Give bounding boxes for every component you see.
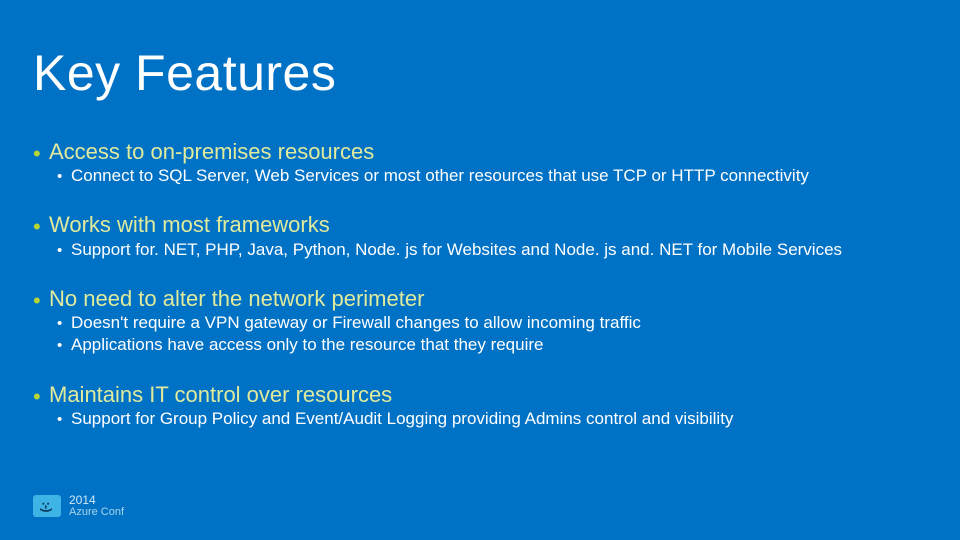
- list-item: • No need to alter the network perimeter: [33, 287, 933, 311]
- subbullet-text: Support for Group Policy and Event/Audit…: [71, 408, 733, 429]
- list-subitem: • Applications have access only to the r…: [57, 334, 933, 355]
- list-item: • Access to on-premises resources: [33, 140, 933, 164]
- bullet-icon: •: [33, 386, 49, 408]
- subbullet-text: Applications have access only to the res…: [71, 334, 544, 355]
- slide: Key Features • Access to on-premises res…: [0, 0, 960, 540]
- content-area: • Access to on-premises resources • Conn…: [33, 140, 933, 429]
- list-subitem: • Support for. NET, PHP, Java, Python, N…: [57, 239, 933, 260]
- footer-text: 2014 Azure Conf: [69, 494, 124, 518]
- footer-logo: :-) 2014 Azure Conf: [33, 494, 124, 518]
- bullet-text: No need to alter the network perimeter: [49, 287, 424, 311]
- list-subitem: • Doesn't require a VPN gateway or Firew…: [57, 312, 933, 333]
- bullet-group: • Access to on-premises resources • Conn…: [33, 140, 933, 186]
- footer-brand: Azure Conf: [69, 507, 124, 518]
- bullet-icon: •: [57, 337, 71, 354]
- list-subitem: • Support for Group Policy and Event/Aud…: [57, 408, 933, 429]
- bullet-icon: •: [57, 168, 71, 185]
- subbullet-text: Support for. NET, PHP, Java, Python, Nod…: [71, 239, 842, 260]
- bullet-icon: •: [57, 242, 71, 259]
- bullet-text: Works with most frameworks: [49, 213, 330, 237]
- bullet-icon: •: [33, 143, 49, 165]
- bullet-group: • Works with most frameworks • Support f…: [33, 213, 933, 259]
- bullet-text: Maintains IT control over resources: [49, 383, 392, 407]
- bullet-icon: •: [33, 216, 49, 238]
- bullet-group: • No need to alter the network perimeter…: [33, 287, 933, 356]
- list-item: • Works with most frameworks: [33, 213, 933, 237]
- footer-year: 2014: [69, 494, 124, 506]
- smiley-face: :-): [40, 501, 55, 511]
- bullet-icon: •: [57, 315, 71, 332]
- list-item: • Maintains IT control over resources: [33, 383, 933, 407]
- slide-title: Key Features: [33, 44, 336, 102]
- smiley-icon: :-): [33, 495, 61, 517]
- bullet-icon: •: [33, 290, 49, 312]
- subbullet-text: Connect to SQL Server, Web Services or m…: [71, 165, 809, 186]
- bullet-group: • Maintains IT control over resources • …: [33, 383, 933, 429]
- subbullet-text: Doesn't require a VPN gateway or Firewal…: [71, 312, 641, 333]
- bullet-icon: •: [57, 411, 71, 428]
- bullet-text: Access to on-premises resources: [49, 140, 374, 164]
- list-subitem: • Connect to SQL Server, Web Services or…: [57, 165, 933, 186]
